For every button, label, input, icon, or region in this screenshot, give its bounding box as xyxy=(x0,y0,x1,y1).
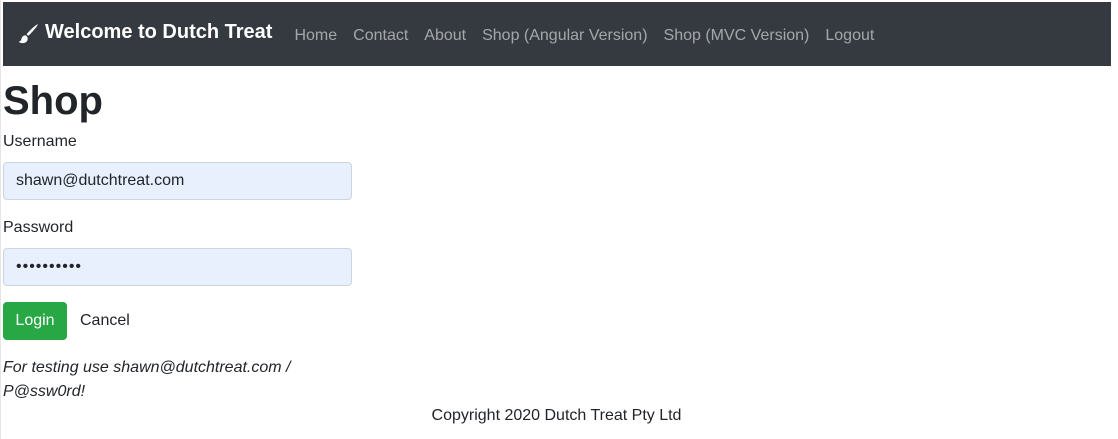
nav-link-contact[interactable]: Contact xyxy=(353,27,408,45)
page-title: Shop xyxy=(3,79,103,123)
top-navbar: Welcome to Dutch Treat Home Contact Abou… xyxy=(3,2,1111,66)
browser-viewport: Welcome to Dutch Treat Home Contact Abou… xyxy=(0,0,1111,439)
paintbrush-icon xyxy=(17,23,39,45)
brand-link[interactable]: Welcome to Dutch Treat xyxy=(17,20,273,46)
nav-link-about[interactable]: About xyxy=(424,27,466,45)
username-input[interactable]: shawn@dutchtreat.com xyxy=(3,162,352,200)
password-label: Password xyxy=(3,219,74,236)
password-input[interactable]: •••••••••• xyxy=(3,248,352,286)
cancel-link[interactable]: Cancel xyxy=(80,312,130,330)
brand-title: Welcome to Dutch Treat xyxy=(45,20,273,43)
nav-links: Home Contact About Shop (Angular Version… xyxy=(294,27,890,45)
login-button[interactable]: Login xyxy=(3,302,67,340)
nav-link-shop-angular[interactable]: Shop (Angular Version) xyxy=(482,27,647,45)
nav-link-shop-mvc[interactable]: Shop (MVC Version) xyxy=(664,27,810,45)
username-label: Username xyxy=(3,133,77,150)
nav-link-home[interactable]: Home xyxy=(294,27,337,45)
nav-link-logout[interactable]: Logout xyxy=(825,27,874,45)
testing-hint-line-1: For testing use shawn@dutchtreat.com / xyxy=(3,359,291,376)
footer-copyright: Copyright 2020 Dutch Treat Pty Ltd xyxy=(431,407,682,424)
testing-hint-line-2: P@ssw0rd! xyxy=(3,383,86,400)
